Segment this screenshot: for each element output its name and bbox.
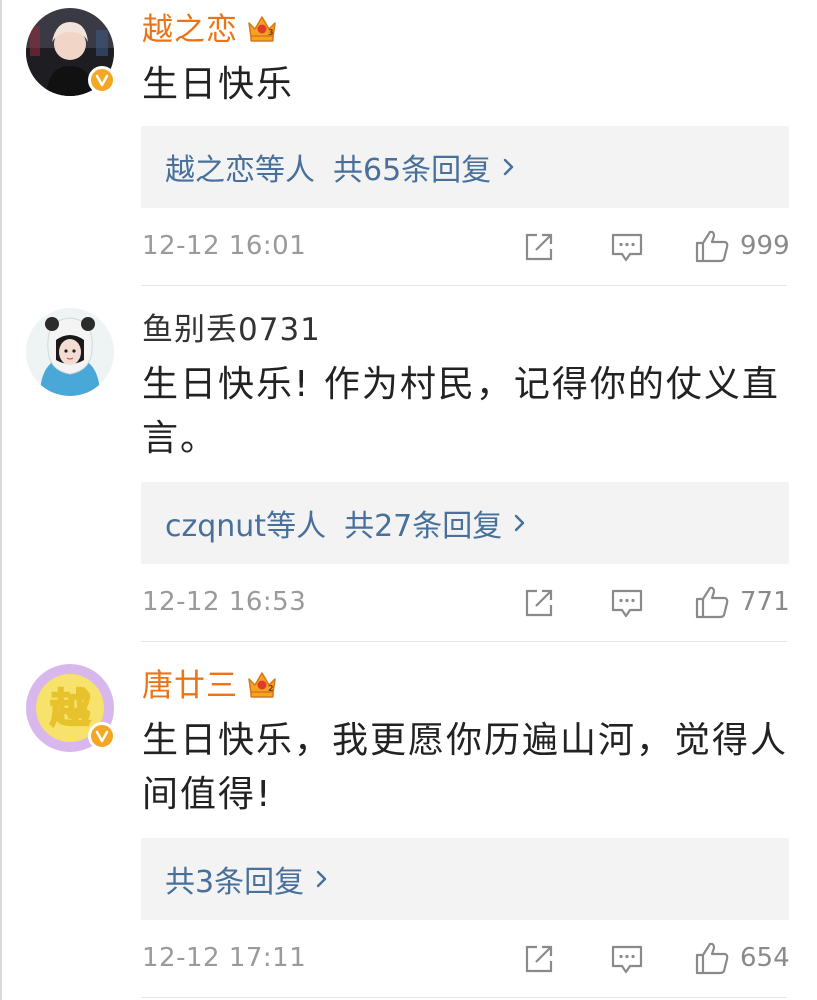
- like-icon: [695, 586, 729, 619]
- comment-icon: [611, 233, 643, 262]
- verified-icon: [88, 66, 116, 94]
- like-button[interactable]: 999: [694, 228, 790, 264]
- username-text: 唐廿三: [142, 668, 238, 704]
- reply-summary[interactable]: czqnut等人 共27条回复: [141, 482, 789, 564]
- vip-crown-icon: 2: [246, 669, 278, 709]
- svg-text:3: 3: [268, 28, 275, 37]
- like-count: 999: [740, 231, 790, 261]
- reply-count-link: 共65条回复: [333, 153, 492, 188]
- comment-item: 鱼别丢0731 生日快乐! 作为村民，记得你的仗义直言。 czqnut等人 共2…: [0, 286, 817, 642]
- chevron-right-icon: [512, 511, 528, 535]
- reply-participants: 越之恋等人: [165, 153, 315, 188]
- timestamp: 12-12 16:53: [142, 587, 307, 617]
- avatar-glyph: 越: [50, 686, 90, 732]
- username-text: 越之恋: [142, 12, 238, 48]
- timestamp: 12-12 17:11: [142, 943, 307, 973]
- timestamp: 12-12 16:01: [142, 231, 307, 261]
- svg-text:2: 2: [268, 684, 275, 693]
- comment-text: 生日快乐: [142, 64, 295, 105]
- avatar[interactable]: [26, 8, 116, 96]
- username[interactable]: 鱼别丢0731: [142, 310, 321, 350]
- like-count: 771: [740, 587, 790, 617]
- username[interactable]: 唐廿三 2: [142, 666, 278, 709]
- like-icon: [695, 230, 729, 263]
- like-icon: [695, 942, 729, 975]
- vip-crown-icon: 3: [246, 13, 278, 53]
- avatar[interactable]: [26, 308, 114, 396]
- share-button[interactable]: [522, 230, 556, 264]
- avatar-image: [26, 308, 114, 396]
- reply-count-link: 共3条回复: [165, 865, 305, 900]
- reply-button[interactable]: [610, 232, 644, 264]
- comment-item: 越 唐廿三 2 生日快乐，我更愿你历遍山河，觉得人间值得! 共3条回复 12-1…: [0, 642, 817, 998]
- chevron-right-icon: [501, 155, 517, 179]
- verified-icon: [88, 722, 116, 750]
- reply-participants: czqnut等人: [165, 509, 327, 544]
- like-button[interactable]: 654: [694, 940, 790, 976]
- reply-summary[interactable]: 共3条回复: [141, 838, 789, 920]
- share-icon: [525, 589, 553, 617]
- share-button[interactable]: [522, 586, 556, 620]
- comment-icon: [611, 589, 643, 618]
- like-count: 654: [740, 943, 790, 973]
- comment-text: 生日快乐! 作为村民，记得你的仗义直言。: [142, 364, 780, 459]
- reply-button[interactable]: [610, 588, 644, 620]
- share-icon: [525, 945, 553, 973]
- username[interactable]: 越之恋 3: [142, 10, 278, 53]
- chevron-right-icon: [314, 867, 330, 891]
- username-text: 鱼别丢0731: [142, 312, 321, 348]
- reply-summary[interactable]: 越之恋等人 共65条回复: [141, 126, 789, 208]
- reply-button[interactable]: [610, 944, 644, 976]
- share-button[interactable]: [522, 942, 556, 976]
- like-button[interactable]: 771: [694, 584, 790, 620]
- comment-text: 生日快乐，我更愿你历遍山河，觉得人间值得!: [142, 720, 789, 815]
- share-icon: [525, 233, 553, 261]
- comment-item: 越之恋 3 生日快乐 越之恋等人 共65条回复 12-12 16:01 999: [0, 0, 817, 286]
- comment-icon: [611, 945, 643, 974]
- reply-count-link: 共27条回复: [344, 509, 503, 544]
- avatar[interactable]: 越: [26, 664, 116, 752]
